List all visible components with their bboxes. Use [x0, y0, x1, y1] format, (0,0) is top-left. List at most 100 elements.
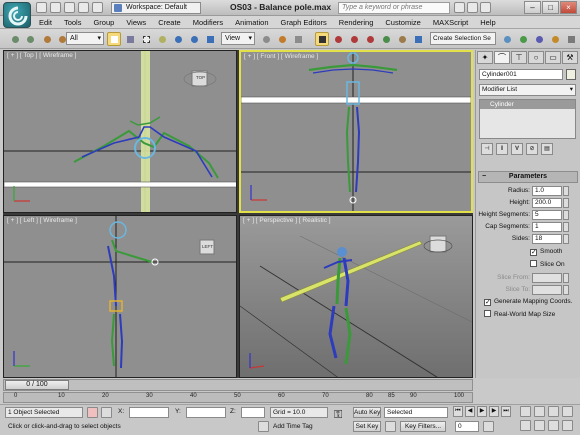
maximize-button[interactable]: □ — [542, 1, 559, 14]
previous-frame-button[interactable]: ◀ — [465, 406, 475, 417]
minimize-button[interactable]: – — [524, 1, 541, 14]
viewport-front[interactable]: [ + ] [ Front ] [ Wireframe ] — [239, 50, 473, 213]
modifier-list-dropdown[interactable]: Modifier List — [479, 84, 576, 96]
height-spinner[interactable] — [563, 198, 569, 208]
viewport-label-front[interactable]: [ + ] [ Front ] [ Wireframe ] — [244, 53, 318, 60]
object-name-field[interactable]: Cylinder001 — [479, 69, 563, 80]
layer-manager-icon[interactable] — [500, 32, 514, 46]
select-manipulate-icon[interactable] — [275, 32, 289, 46]
display-tab-icon[interactable]: ▭ — [545, 51, 561, 64]
time-slider-track[interactable] — [3, 379, 473, 391]
time-slider-thumb[interactable]: 0 / 100 — [5, 380, 69, 390]
menu-edit[interactable]: Edit — [33, 16, 58, 28]
search-input[interactable]: Type a keyword or phrase — [338, 2, 450, 14]
smooth-option[interactable]: ✓ Smooth — [530, 248, 562, 256]
orbit-icon[interactable] — [548, 420, 559, 431]
hierarchy-tab-icon[interactable]: ⊤ — [511, 51, 527, 64]
help-icon[interactable] — [480, 2, 491, 13]
app-logo-icon[interactable] — [3, 2, 31, 28]
cap-segments-input[interactable]: 1 — [532, 222, 562, 232]
height-segments-input[interactable]: 5 — [532, 210, 562, 220]
select-by-name-icon[interactable] — [123, 32, 137, 46]
render-icon[interactable] — [564, 32, 578, 46]
pivot-point-icon[interactable] — [259, 32, 273, 46]
go-to-end-button[interactable]: ⏭ — [501, 406, 511, 417]
auto-key-button[interactable]: Auto Key — [353, 407, 381, 418]
curve-editor-icon[interactable] — [516, 32, 530, 46]
align-icon[interactable] — [411, 32, 425, 46]
rect-selection-icon[interactable] — [139, 32, 153, 46]
radius-input[interactable]: 1.0 — [532, 186, 562, 196]
selection-filter-dropdown[interactable]: All — [66, 32, 104, 45]
remove-modifier-icon[interactable]: ⊘ — [526, 143, 538, 155]
x-coord-input[interactable] — [129, 407, 169, 418]
viewport-left[interactable]: [ + ] [ Left ] [ Wireframe ] LEFT — [3, 215, 237, 378]
viewport-perspective[interactable]: [ + ] [ Perspective ] [ Realistic ] — [239, 215, 473, 378]
reference-coord-dropdown[interactable]: View — [221, 32, 255, 45]
utilities-tab-icon[interactable]: ⚒ — [562, 51, 578, 64]
angle-snap-icon[interactable] — [331, 32, 345, 46]
slice-from-input[interactable] — [532, 273, 562, 283]
material-editor-icon[interactable] — [532, 32, 546, 46]
maximize-viewport-icon[interactable] — [562, 420, 573, 431]
slice-from-spinner[interactable] — [563, 273, 569, 283]
select-scale-icon[interactable] — [203, 32, 217, 46]
snaps-toggle-icon[interactable] — [315, 32, 329, 46]
viewport-top[interactable]: [ + ] [ Top ] [ Wireframe ] TOP — [3, 50, 237, 213]
undo-icon[interactable] — [8, 32, 22, 46]
close-button[interactable]: × — [560, 1, 577, 14]
new-file-icon[interactable] — [36, 2, 47, 13]
height-segments-spinner[interactable] — [563, 210, 569, 220]
cap-segments-spinner[interactable] — [563, 222, 569, 232]
create-tab-icon[interactable]: ✦ — [477, 51, 493, 64]
menu-modifiers[interactable]: Modifiers — [187, 16, 229, 28]
default-tangent-icon[interactable] — [385, 421, 396, 432]
edit-named-sets-icon[interactable] — [379, 32, 393, 46]
radius-spinner[interactable] — [563, 186, 569, 196]
field-of-view-icon[interactable] — [520, 420, 531, 431]
menu-graph-editors[interactable]: Graph Editors — [275, 16, 333, 28]
generate-mapping-checkbox[interactable]: ✓ — [484, 299, 491, 306]
menu-tools[interactable]: Tools — [58, 16, 88, 28]
sides-spinner[interactable] — [563, 234, 569, 244]
key-filters-button[interactable]: Key Filters... — [400, 421, 446, 432]
menu-create[interactable]: Create — [152, 16, 187, 28]
redo-icon[interactable] — [92, 2, 103, 13]
menu-group[interactable]: Group — [87, 16, 120, 28]
set-key-button[interactable]: Set Key — [353, 421, 381, 432]
add-time-tag[interactable]: Add Time Tag — [270, 421, 328, 432]
save-file-icon[interactable] — [64, 2, 75, 13]
current-frame-input[interactable]: 0 — [455, 421, 479, 432]
relative-absolute-icon[interactable] — [101, 407, 112, 418]
slice-to-spinner[interactable] — [563, 285, 569, 295]
time-config-icon[interactable] — [483, 421, 494, 432]
zoom-icon[interactable] — [520, 406, 531, 417]
viewcube-top-label[interactable]: TOP — [196, 75, 205, 80]
select-object-icon[interactable] — [107, 32, 121, 46]
generate-mapping-option[interactable]: ✓ Generate Mapping Coords. — [484, 298, 572, 306]
menu-maxscript[interactable]: MAXScript — [427, 16, 474, 28]
redo-icon[interactable] — [23, 32, 37, 46]
show-end-result-icon[interactable]: ‖ — [496, 143, 508, 155]
z-coord-input[interactable] — [241, 407, 265, 418]
binoculars-icon[interactable] — [454, 2, 465, 13]
spinner-snap-icon[interactable] — [363, 32, 377, 46]
sides-input[interactable]: 18 — [532, 234, 562, 244]
render-setup-icon[interactable] — [548, 32, 562, 46]
viewport-label-left[interactable]: [ + ] [ Left ] [ Wireframe ] — [7, 217, 77, 224]
named-selection-set-field[interactable]: Create Selection Se — [430, 32, 496, 45]
viewport-label-perspective[interactable]: [ + ] [ Perspective ] [ Realistic ] — [243, 217, 331, 224]
key-icon[interactable]: ⚿ — [334, 409, 342, 422]
y-coord-input[interactable] — [186, 407, 226, 418]
star-icon[interactable] — [467, 2, 478, 13]
height-input[interactable]: 200.0 — [532, 198, 562, 208]
select-link-icon[interactable] — [40, 32, 54, 46]
pan-view-icon[interactable] — [534, 420, 545, 431]
percent-snap-icon[interactable] — [347, 32, 361, 46]
menu-views[interactable]: Views — [120, 16, 152, 28]
viewcube-left-label[interactable]: LEFT — [202, 244, 213, 249]
motion-tab-icon[interactable]: ○ — [528, 51, 544, 64]
menu-animation[interactable]: Animation — [229, 16, 274, 28]
slice-to-input[interactable] — [532, 285, 562, 295]
zoom-extents-icon[interactable] — [548, 406, 559, 417]
